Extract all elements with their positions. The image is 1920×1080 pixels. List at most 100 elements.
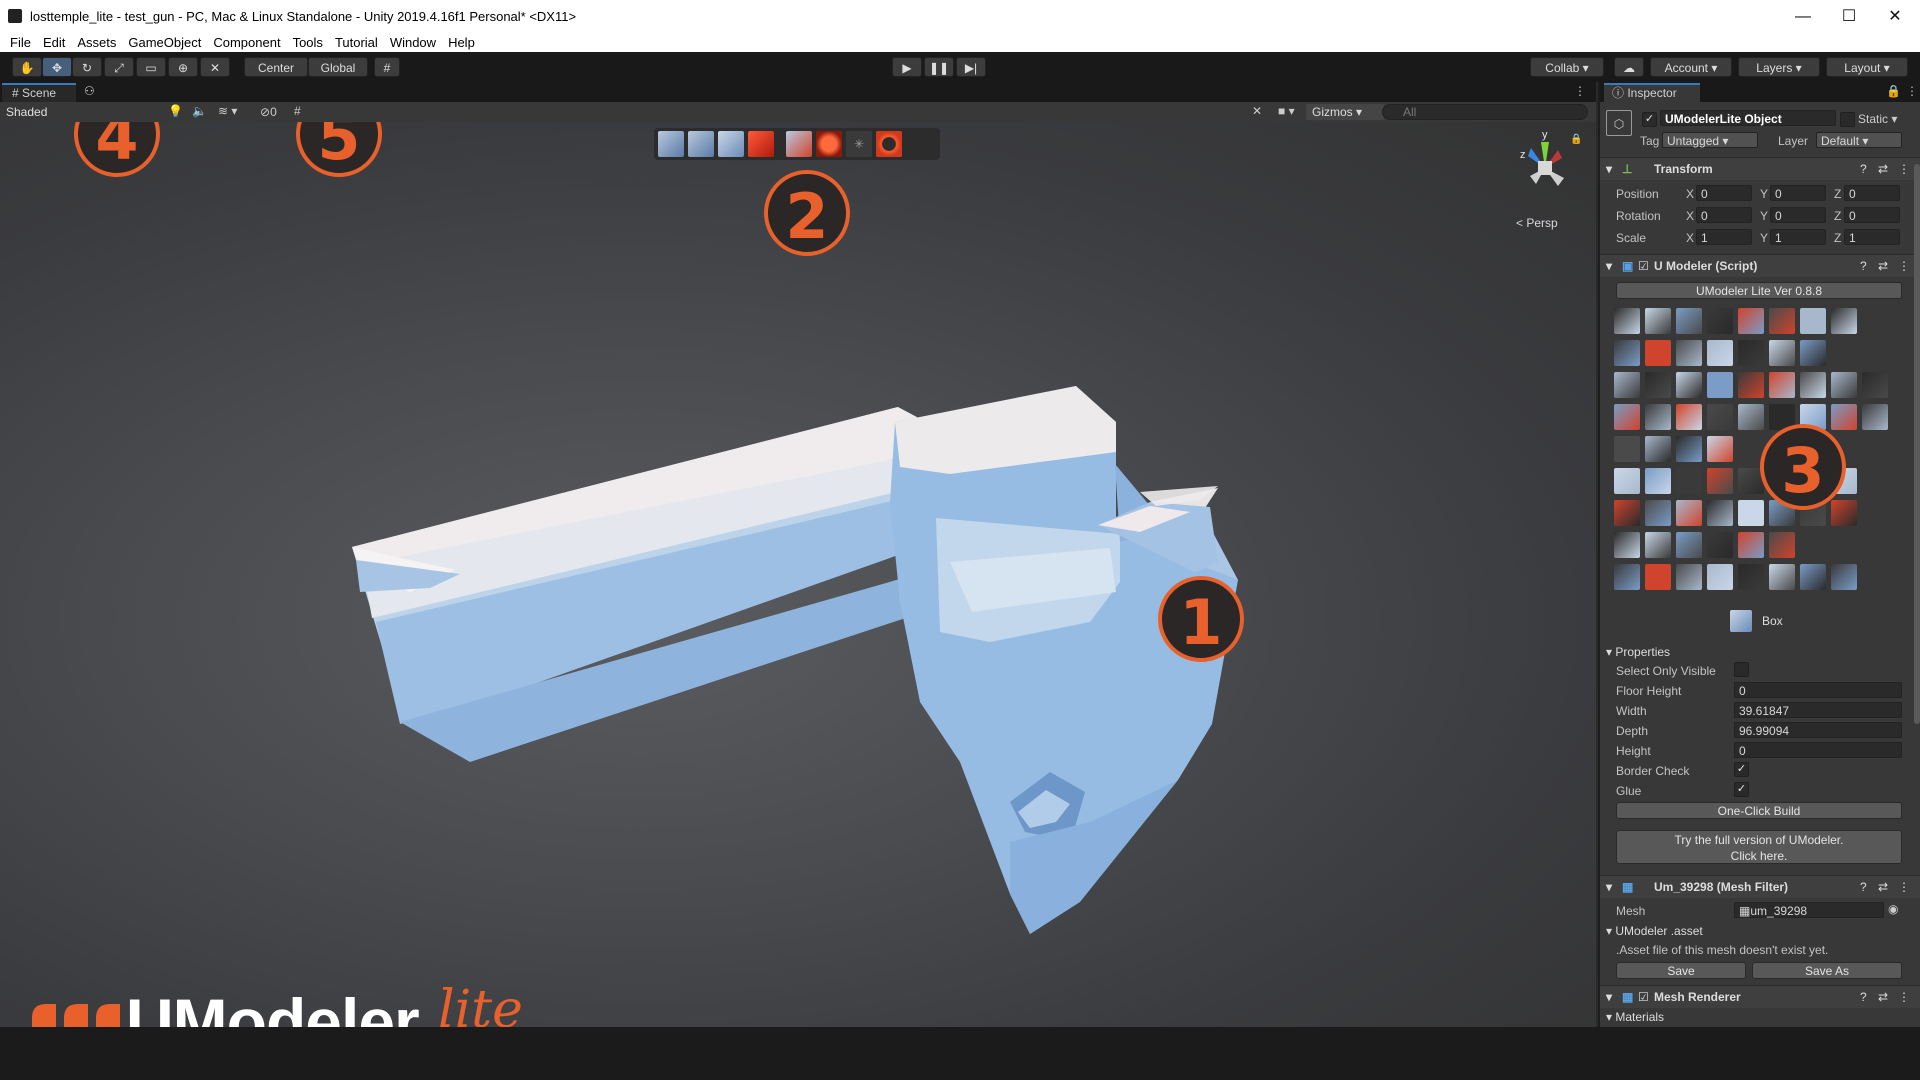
audio-icon[interactable]: 🔈 bbox=[192, 104, 207, 118]
help-icon[interactable]: ? bbox=[1860, 876, 1867, 898]
umodeler-enabled-checkbox[interactable]: ☑ bbox=[1638, 255, 1649, 277]
rotation-y-field[interactable]: 0 bbox=[1770, 207, 1826, 223]
modeling-tool-icon[interactable] bbox=[1769, 372, 1795, 398]
modeling-tool-icon[interactable] bbox=[1862, 404, 1888, 430]
object-name-field[interactable]: UModelerLite Object bbox=[1660, 110, 1836, 126]
account-dropdown[interactable]: Account ▾ bbox=[1650, 57, 1732, 77]
tab-inspector[interactable]: ⓘ Inspector bbox=[1604, 83, 1700, 102]
save-as-button[interactable]: Save As bbox=[1752, 962, 1902, 979]
modeling-tool-icon[interactable] bbox=[1769, 308, 1795, 334]
width-field[interactable]: 39.61847 bbox=[1734, 702, 1902, 718]
modeling-tool-icon[interactable] bbox=[1800, 340, 1826, 366]
modeling-tool-icon[interactable] bbox=[1645, 500, 1671, 526]
grid-toggle-icon[interactable]: # bbox=[294, 104, 301, 118]
modeling-tool-icon[interactable] bbox=[1645, 468, 1671, 494]
modeling-tool-icon[interactable] bbox=[1645, 372, 1671, 398]
modeling-tool-icon[interactable] bbox=[1614, 340, 1640, 366]
modeling-tool-icon[interactable] bbox=[1707, 404, 1733, 430]
static-checkbox[interactable] bbox=[1840, 112, 1855, 127]
hidden-objects-icon[interactable]: ⊘0 bbox=[260, 105, 277, 119]
transform-tool-icon[interactable]: ⊕ bbox=[168, 57, 198, 77]
mesh-renderer-header[interactable]: ▾ ▦ ☑ Mesh Renderer ? ⇄ ⋮ bbox=[1600, 985, 1920, 1008]
game-tab-icon[interactable]: ⚇ bbox=[84, 84, 95, 98]
depth-field[interactable]: 96.99094 bbox=[1734, 722, 1902, 738]
layer-dropdown[interactable]: Default ▾ bbox=[1816, 132, 1902, 148]
modeling-tool-icon[interactable] bbox=[1800, 308, 1826, 334]
shading-mode-dropdown[interactable]: Shaded bbox=[6, 105, 47, 119]
move-tool-icon[interactable]: ✥ bbox=[42, 57, 72, 77]
modeling-tool-icon[interactable] bbox=[1645, 404, 1671, 430]
modeling-tool-icon[interactable] bbox=[1831, 372, 1857, 398]
component-menu-icon[interactable]: ⋮ bbox=[1898, 158, 1910, 180]
scene-viewport[interactable]: ✳ y z < Persp 🔒 4 5 2 1 UModeler lite bbox=[0, 122, 1596, 1027]
modeling-tool-icon[interactable] bbox=[1738, 404, 1764, 430]
modeling-tool-icon[interactable] bbox=[1676, 564, 1702, 590]
modeling-tool-icon[interactable] bbox=[1738, 372, 1764, 398]
modeling-tool-icon[interactable] bbox=[1738, 340, 1764, 366]
select-only-visible-checkbox[interactable] bbox=[1734, 662, 1749, 677]
inspector-scrollbar[interactable] bbox=[1914, 164, 1920, 724]
menu-gameobject[interactable]: GameObject bbox=[122, 34, 207, 52]
menu-edit[interactable]: Edit bbox=[37, 34, 71, 52]
menu-tools[interactable]: Tools bbox=[287, 34, 329, 52]
materials-foldout[interactable]: ▾ Materials bbox=[1606, 1010, 1664, 1024]
transform-header[interactable]: ▾ ⊥ Transform ? ⇄ ⋮ bbox=[1600, 157, 1920, 180]
menu-component[interactable]: Component bbox=[207, 34, 286, 52]
collab-button[interactable]: Collab ▾ bbox=[1530, 57, 1604, 77]
cloud-icon[interactable]: ☁ bbox=[1614, 57, 1644, 77]
camera-icon[interactable]: ■ ▾ bbox=[1278, 104, 1295, 118]
custom-tool-icon[interactable]: ✕ bbox=[200, 57, 230, 77]
modeling-tool-icon[interactable] bbox=[1769, 564, 1795, 590]
scale-tool-icon[interactable]: ⤢ bbox=[104, 57, 134, 77]
tab-menu-icon[interactable]: ⋮ bbox=[1574, 84, 1586, 98]
modeling-tool-icon[interactable] bbox=[1707, 468, 1733, 494]
position-x-field[interactable]: 0 bbox=[1696, 185, 1752, 201]
tag-dropdown[interactable]: Untagged ▾ bbox=[1662, 132, 1758, 148]
modeling-tool-icon[interactable] bbox=[1676, 468, 1702, 494]
pause-button[interactable]: ❚❚ bbox=[924, 57, 954, 77]
lighting-icon[interactable]: 💡 bbox=[168, 104, 183, 118]
tools-icon[interactable]: ✕ bbox=[1252, 104, 1262, 118]
modeling-tool-icon[interactable] bbox=[1800, 564, 1826, 590]
gizmos-dropdown[interactable]: Gizmos ▾ bbox=[1306, 104, 1384, 120]
border-check-checkbox[interactable]: ✓ bbox=[1734, 762, 1749, 777]
mesh-filter-header[interactable]: ▾ ▦ Um_39298 (Mesh Filter) ? ⇄ ⋮ bbox=[1600, 875, 1920, 898]
pivot-global-button[interactable]: Global bbox=[308, 57, 368, 77]
close-button[interactable]: ✕ bbox=[1872, 4, 1918, 30]
mesh-field[interactable]: ▦um_39298 bbox=[1734, 902, 1884, 918]
modeling-tool-icon[interactable] bbox=[1738, 532, 1764, 558]
modeling-tool-icon[interactable] bbox=[1645, 532, 1671, 558]
modeling-tool-icon[interactable] bbox=[1707, 372, 1733, 398]
scene-search-input[interactable]: All bbox=[1382, 104, 1588, 120]
scale-x-field[interactable]: 1 bbox=[1696, 229, 1752, 245]
modeling-tool-icon[interactable] bbox=[1645, 564, 1671, 590]
modeling-tool-icon[interactable] bbox=[1831, 500, 1857, 526]
object-active-checkbox[interactable]: ✓ bbox=[1642, 112, 1657, 127]
static-dropdown[interactable]: Static ▾ bbox=[1858, 112, 1897, 126]
modeling-tool-icon[interactable] bbox=[1614, 532, 1640, 558]
modeling-tool-icon[interactable] bbox=[1707, 564, 1733, 590]
layers-dropdown[interactable]: Layers ▾ bbox=[1738, 57, 1820, 77]
modeling-tool-icon[interactable] bbox=[1614, 404, 1640, 430]
step-button[interactable]: ▶| bbox=[956, 57, 986, 77]
preset-icon[interactable]: ⇄ bbox=[1878, 986, 1888, 1008]
one-click-build-button[interactable]: One-Click Build bbox=[1616, 802, 1902, 819]
menu-window[interactable]: Window bbox=[384, 34, 442, 52]
effects-icon[interactable]: ≋ ▾ bbox=[218, 104, 237, 118]
layout-dropdown[interactable]: Layout ▾ bbox=[1826, 57, 1908, 77]
rotation-x-field[interactable]: 0 bbox=[1696, 207, 1752, 223]
menu-help[interactable]: Help bbox=[442, 34, 481, 52]
object-picker-icon[interactable]: ◉ bbox=[1888, 902, 1898, 916]
modeling-tool-icon[interactable] bbox=[1645, 308, 1671, 334]
help-icon[interactable]: ? bbox=[1860, 158, 1867, 180]
full-version-button[interactable]: Try the full version of UModeler. Click … bbox=[1616, 830, 1902, 864]
height-field[interactable]: 0 bbox=[1734, 742, 1902, 758]
modeling-tool-icon[interactable] bbox=[1676, 340, 1702, 366]
preset-icon[interactable]: ⇄ bbox=[1878, 876, 1888, 898]
gun-model[interactable] bbox=[0, 122, 1596, 1027]
maximize-button[interactable]: ☐ bbox=[1826, 4, 1872, 30]
modeling-tool-icon[interactable] bbox=[1738, 308, 1764, 334]
modeling-tool-icon[interactable] bbox=[1614, 564, 1640, 590]
modeling-tool-icon[interactable] bbox=[1676, 532, 1702, 558]
rect-tool-icon[interactable]: ▭ bbox=[136, 57, 166, 77]
